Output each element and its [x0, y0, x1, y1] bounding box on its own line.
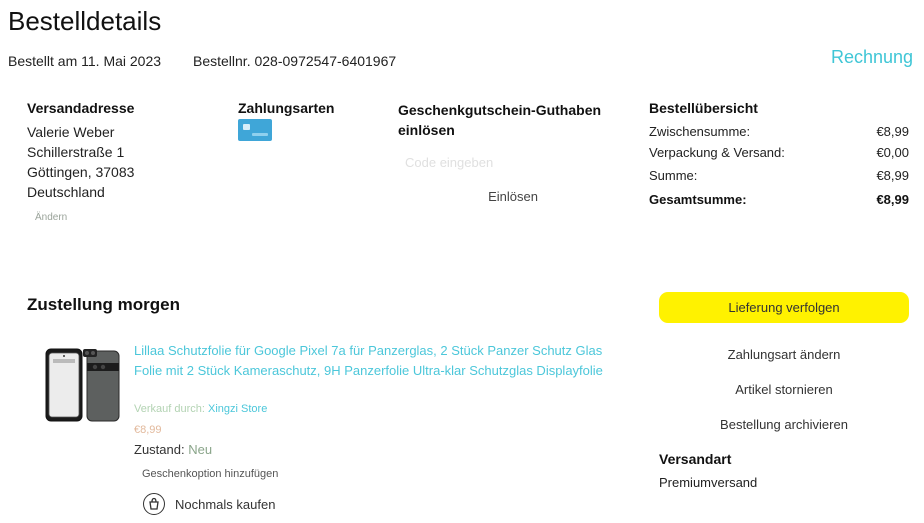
shipping-method-value: Premiumversand	[659, 475, 758, 490]
order-details-page: Bestelldetails Bestellt am 11. Mai 2023 …	[0, 0, 924, 523]
product-title-link[interactable]: Lillaa Schutzfolie für Google Pixel 7a f…	[134, 341, 619, 381]
item-price: €8,99	[134, 424, 162, 436]
summary-label: Summe:	[649, 168, 698, 183]
buy-again-label: Nochmals kaufen	[175, 496, 276, 512]
condition-label: Zustand:	[134, 442, 185, 457]
summary-row-subtotal: Zwischensumme: €8,99	[649, 124, 909, 139]
item-condition: Zustand: Neu	[134, 442, 212, 457]
summary-row-total: Gesamtsumme: €8,99	[649, 192, 909, 207]
summary-label: Zwischensumme:	[649, 124, 751, 139]
gift-code-input[interactable]	[398, 149, 612, 175]
buy-again-button[interactable]: Nochmals kaufen	[143, 493, 275, 515]
summary-label: Gesamtsumme:	[649, 192, 747, 207]
credit-card-icon	[238, 119, 272, 141]
order-summary-heading: Bestellübersicht	[649, 100, 758, 116]
delivery-heading: Zustellung morgen	[27, 295, 180, 314]
summary-label: Verpackung & Versand:	[649, 145, 785, 160]
payment-methods-heading: Zahlungsarten	[238, 100, 335, 116]
address-name: Valerie Weber	[27, 124, 115, 140]
add-gift-option-link[interactable]: Geschenkoption hinzufügen	[142, 468, 278, 480]
shipping-address-heading: Versandadresse	[27, 100, 135, 116]
summary-value: €8,99	[876, 192, 909, 207]
summary-value: €8,99	[876, 124, 909, 139]
change-address-link[interactable]: Ändern	[35, 212, 67, 223]
summary-row-sum: Summe: €8,99	[649, 168, 909, 183]
redeem-button[interactable]: Einlösen	[440, 184, 586, 210]
change-payment-button[interactable]: Zahlungsart ändern	[659, 347, 909, 362]
seller-info: Verkauf durch: Xingzi Store	[134, 403, 267, 415]
archive-order-button[interactable]: Bestellung archivieren	[659, 417, 909, 432]
order-number: Bestellnr. 028-0972547-6401967	[193, 53, 397, 69]
page-title: Bestelldetails	[8, 6, 162, 36]
product-image[interactable]	[43, 345, 123, 425]
address-country: Deutschland	[27, 184, 105, 200]
buy-again-icon	[143, 493, 165, 515]
address-city: Göttingen, 37083	[27, 164, 135, 180]
summary-value: €8,99	[876, 168, 909, 183]
order-date: Bestellt am 11. Mai 2023	[8, 53, 162, 69]
gift-card-heading: Geschenkgutschein-Guthaben einlösen	[398, 102, 602, 138]
address-street: Schillerstraße 1	[27, 144, 125, 160]
cancel-items-button[interactable]: Artikel stornieren	[659, 382, 909, 397]
invoice-link[interactable]: Rechnung	[831, 47, 913, 68]
shipping-method-heading: Versandart	[659, 451, 732, 467]
summary-row-shipping: Verpackung & Versand: €0,00	[649, 145, 909, 160]
seller-label: Verkauf durch:	[134, 403, 205, 415]
summary-value: €0,00	[876, 145, 909, 160]
seller-link[interactable]: Xingzi Store	[208, 403, 267, 415]
track-package-button[interactable]: Lieferung verfolgen	[659, 292, 909, 323]
condition-value: Neu	[188, 442, 213, 457]
